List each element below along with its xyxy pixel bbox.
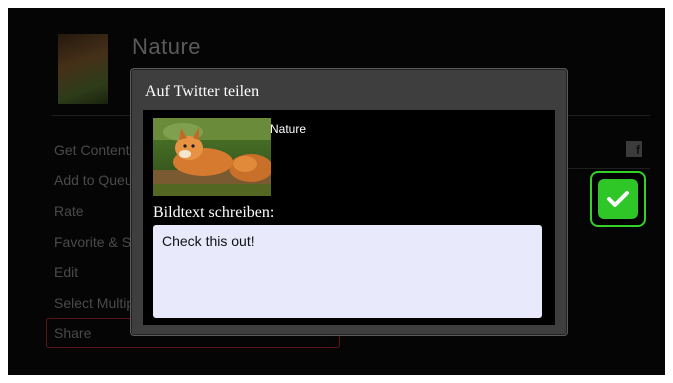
facebook-icon: f	[626, 141, 642, 157]
menu-item-get-content[interactable]: Get Content	[54, 142, 134, 158]
confirm-button-face	[598, 179, 638, 219]
caption-input[interactable]: Check this out!	[153, 225, 542, 318]
dialog-body: Nature Bildtext schreiben: Check this ou…	[143, 110, 555, 325]
confirm-button[interactable]	[590, 171, 646, 227]
checkmark-icon	[607, 191, 629, 207]
dialog-title: Auf Twitter teilen	[145, 83, 260, 100]
background-page-title: Nature	[132, 34, 202, 59]
tv-screen: Nature Get Content Add to Queue Rate Fav…	[8, 8, 665, 375]
menu-item-edit[interactable]: Edit	[54, 264, 134, 280]
image-title: Nature	[270, 122, 307, 136]
fox-photo-icon	[153, 118, 271, 196]
menu-item-favorite[interactable]: Favorite & Share	[54, 234, 134, 250]
caption-label: Bildtext schreiben:	[153, 204, 275, 221]
background-thumbnail	[58, 34, 108, 104]
menu-item-add-to-queue[interactable]: Add to Queue	[54, 172, 134, 188]
share-dialog: Auf Twitter teilen Nature Bildtext schre…	[130, 68, 568, 336]
background-divider	[560, 168, 650, 169]
menu-item-rate[interactable]: Rate	[54, 203, 134, 219]
menu-item-select-multiple[interactable]: Select Multiple	[54, 295, 134, 311]
menu-item-share[interactable]: Share	[54, 325, 134, 341]
